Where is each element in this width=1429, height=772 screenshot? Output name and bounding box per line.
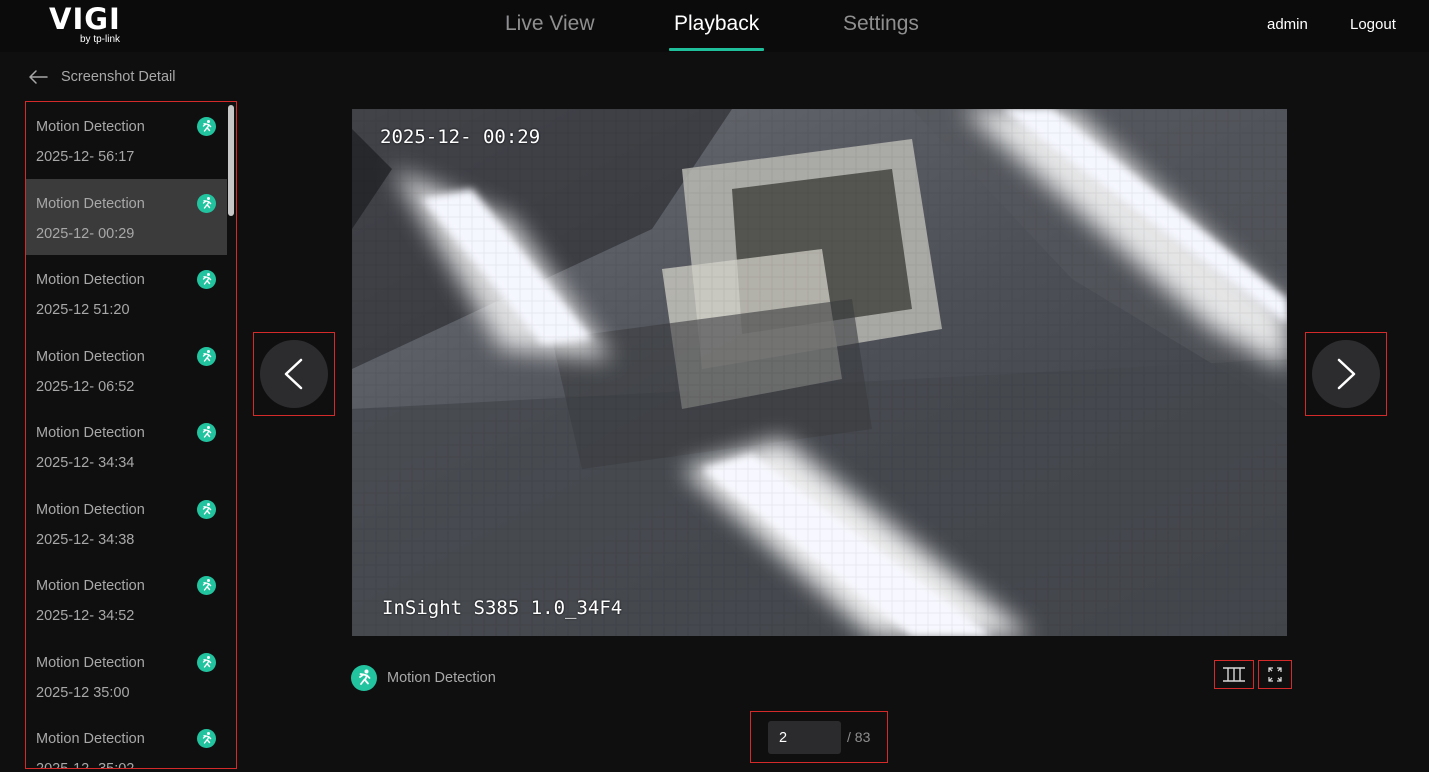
list-item[interactable]: Motion Detection 2025-12- 56:17 <box>26 102 227 179</box>
page-title: Screenshot Detail <box>61 69 176 85</box>
running-person-icon <box>197 729 216 748</box>
screenshot-list-items: Motion Detection 2025-12- 56:17 Motion Det… <box>26 102 227 769</box>
previous-button[interactable] <box>253 332 335 416</box>
list-item-type: Motion Detection <box>36 654 145 671</box>
list-item[interactable]: Motion Detection 2025-12- 06:52 <box>26 332 227 409</box>
list-item-time: 2025-12 51:20 <box>36 302 130 318</box>
previous-button-circle <box>260 340 328 408</box>
list-item[interactable]: Motion Detection 2025-12- 34:34 <box>26 408 227 485</box>
next-button-circle <box>1312 340 1380 408</box>
tab-playback[interactable]: Playback <box>674 10 759 38</box>
list-item-type: Motion Detection <box>36 119 145 135</box>
list-item-type: Motion Detection <box>36 348 145 365</box>
running-person-icon <box>351 664 377 691</box>
page-number-input[interactable] <box>768 721 841 754</box>
list-item-type: Motion Detection <box>36 425 145 441</box>
pagination: / 83 <box>750 711 888 763</box>
arrow-left-icon <box>29 70 48 84</box>
list-item-time: 2025-12- 56:17 <box>36 149 135 165</box>
list-item-type: Motion Detection <box>36 731 145 747</box>
list-item-time: 2025-12- 34:38 <box>36 531 135 548</box>
running-person-icon <box>197 499 216 519</box>
back-button[interactable]: Screenshot Detail <box>28 66 175 88</box>
list-item[interactable]: Motion Detection 2025-12- 34:38 <box>26 485 227 562</box>
screenshot-image: 2025-12- 00:29 InSight S385 1.0_34F4 <box>352 109 1287 636</box>
event-type-label: Motion Detection <box>387 669 496 686</box>
username-label[interactable]: admin <box>1267 16 1308 33</box>
list-item-type: Motion Detection <box>36 501 145 518</box>
running-person-icon <box>197 117 216 136</box>
vigi-logo[interactable]: VIGI by tp-link <box>49 4 139 48</box>
camera-frame-scene <box>352 109 1287 636</box>
running-person-icon <box>197 270 216 289</box>
running-person-icon <box>197 652 216 672</box>
list-item-time: 2025-12 35:00 <box>36 684 130 701</box>
list-item-type: Motion Detection <box>36 272 145 288</box>
list-item[interactable]: Motion Detection 2025-12- 00:29 <box>26 178 227 255</box>
fullscreen-button[interactable] <box>1258 660 1292 689</box>
tab-settings[interactable]: Settings <box>843 10 919 38</box>
list-item-time: 2025-12- 06:52 <box>36 378 135 395</box>
chevron-right-icon <box>1337 358 1356 390</box>
split-view-icon <box>1223 667 1245 682</box>
logo-text: VIGI <box>49 2 121 36</box>
top-bar: VIGI by tp-link Live View Playback Setti… <box>0 0 1429 52</box>
osd-camera-name: InSight S385 1.0_34F4 <box>382 597 623 619</box>
list-scrollbar-thumb[interactable] <box>228 105 234 216</box>
list-item[interactable]: Motion Detection 2025-12- 34:52 <box>26 561 227 638</box>
list-item[interactable]: Motion Detection 2025-12 35:00 <box>26 638 227 715</box>
list-item[interactable]: Motion Detection 2025-12- 35:02 <box>26 714 227 769</box>
page-total: / 83 <box>847 729 871 745</box>
list-item-time: 2025-12- 00:29 <box>36 225 135 242</box>
osd-timestamp: 2025-12- 00:29 <box>380 126 541 148</box>
next-button[interactable] <box>1305 332 1387 416</box>
list-item-time: 2025-12- 34:34 <box>36 455 135 471</box>
tab-live-view[interactable]: Live View <box>505 10 595 38</box>
running-person-icon <box>197 346 216 366</box>
active-tab-indicator <box>669 48 764 51</box>
running-person-icon <box>197 423 216 442</box>
list-item-time: 2025-12- 35:02 <box>36 761 135 769</box>
logout-button[interactable]: Logout <box>1350 16 1396 33</box>
logo-subtext: by tp-link <box>80 34 121 45</box>
chevron-left-icon <box>284 358 303 390</box>
running-person-icon <box>197 193 216 213</box>
running-person-icon <box>197 576 216 595</box>
list-item-type: Motion Detection <box>36 578 145 594</box>
list-item-type: Motion Detection <box>36 195 145 212</box>
screenshot-list[interactable]: Motion Detection 2025-12- 56:17 Motion Det… <box>25 101 237 769</box>
split-view-button[interactable] <box>1214 660 1254 689</box>
list-item[interactable]: Motion Detection 2025-12 51:20 <box>26 255 227 332</box>
list-item-time: 2025-12- 34:52 <box>36 608 135 624</box>
fullscreen-icon <box>1268 667 1282 682</box>
event-type-row: Motion Detection <box>351 664 496 691</box>
